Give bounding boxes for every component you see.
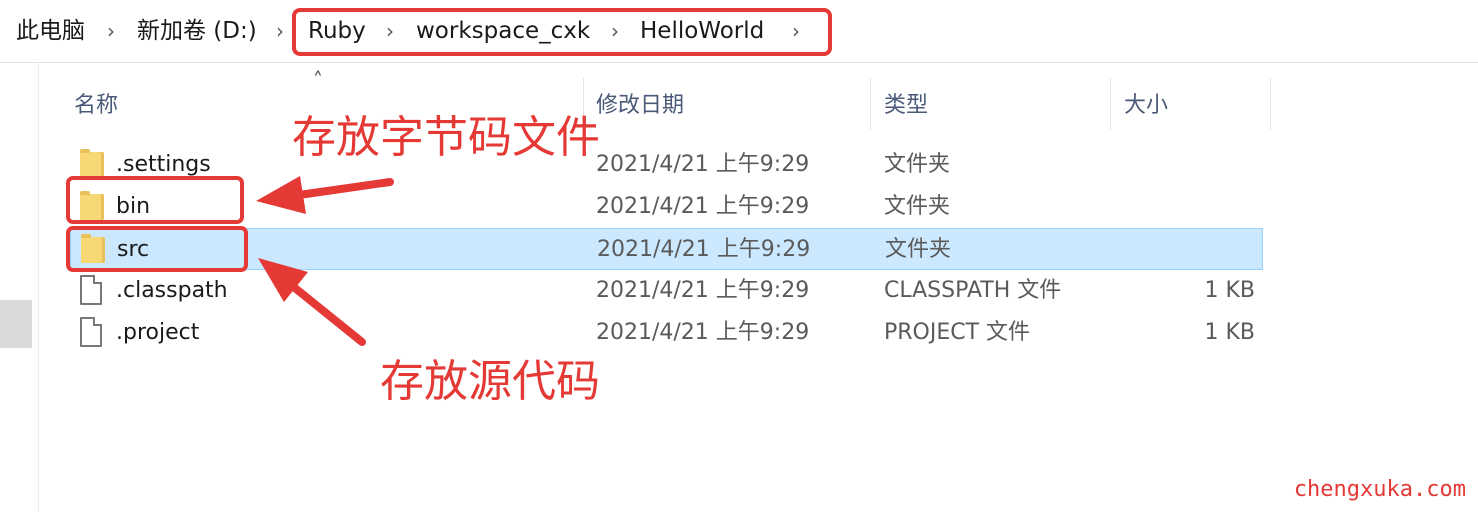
arrow-to-src — [258, 258, 366, 346]
explorer-window: 此电脑 › 新加卷 (D:) › Ruby › workspace_cxk › … — [0, 0, 1478, 512]
arrow-to-bin — [256, 176, 394, 214]
annotation-arrows — [256, 176, 394, 346]
watermark: chengxuka.com — [1293, 477, 1466, 502]
annotation-bytecode-label: 存放字节码文件 — [292, 112, 600, 163]
annotation-source-label: 存放源代码 — [380, 356, 600, 407]
